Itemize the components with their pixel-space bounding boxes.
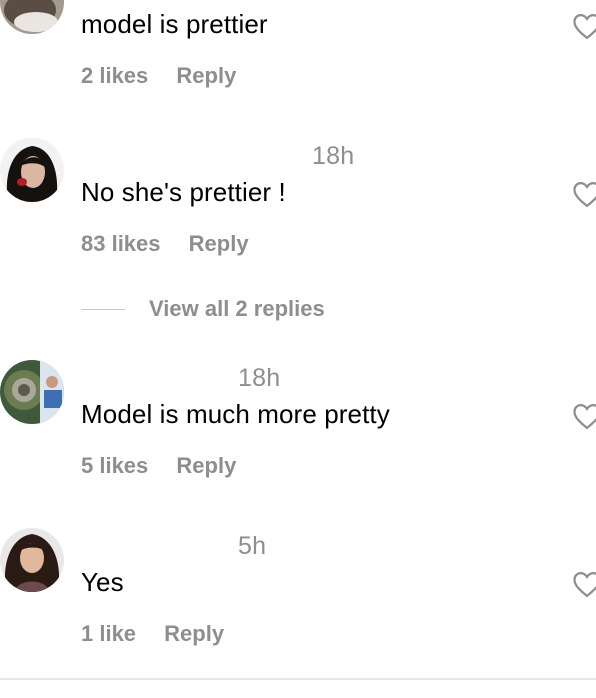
heart-icon[interactable] (572, 570, 596, 598)
comment-text: model is prettier (81, 9, 268, 39)
comment-meta: 5 likes Reply (81, 453, 236, 479)
avatar-photo (0, 360, 64, 424)
comment-meta: 2 likes Reply (81, 63, 236, 89)
comment-meta: 83 likes Reply (81, 231, 249, 257)
reply-button[interactable]: Reply (164, 621, 224, 646)
avatar-photo (0, 0, 64, 34)
timestamp: 18h (238, 364, 281, 392)
avatar[interactable] (0, 138, 64, 202)
like-count[interactable]: 5 likes (81, 453, 148, 478)
view-replies-button[interactable]: View all 2 replies (81, 296, 325, 322)
reply-button[interactable]: Reply (176, 63, 236, 88)
timestamp: 18h (312, 142, 355, 170)
avatar-photo (0, 528, 64, 592)
heart-icon[interactable] (572, 12, 596, 40)
bottom-divider (0, 678, 596, 680)
comment-text: No she's prettier ! (81, 177, 286, 207)
reply-button[interactable]: Reply (176, 453, 236, 478)
comment-text: Model is much more pretty (81, 399, 390, 429)
heart-icon[interactable] (572, 402, 596, 430)
comment-text: Yes (81, 567, 124, 597)
avatar[interactable] (0, 528, 64, 592)
timestamp: 5h (238, 532, 267, 560)
like-count[interactable]: 83 likes (81, 231, 161, 256)
avatar[interactable] (0, 360, 64, 424)
heart-icon[interactable] (572, 180, 596, 208)
reply-button[interactable]: Reply (189, 231, 249, 256)
comment-meta: 1 like Reply (81, 621, 224, 647)
avatar-photo (0, 138, 64, 202)
replies-divider (81, 308, 125, 310)
avatar[interactable] (0, 0, 64, 34)
view-replies-label: View all 2 replies (149, 296, 325, 321)
like-count[interactable]: 2 likes (81, 63, 148, 88)
like-count[interactable]: 1 like (81, 621, 136, 646)
